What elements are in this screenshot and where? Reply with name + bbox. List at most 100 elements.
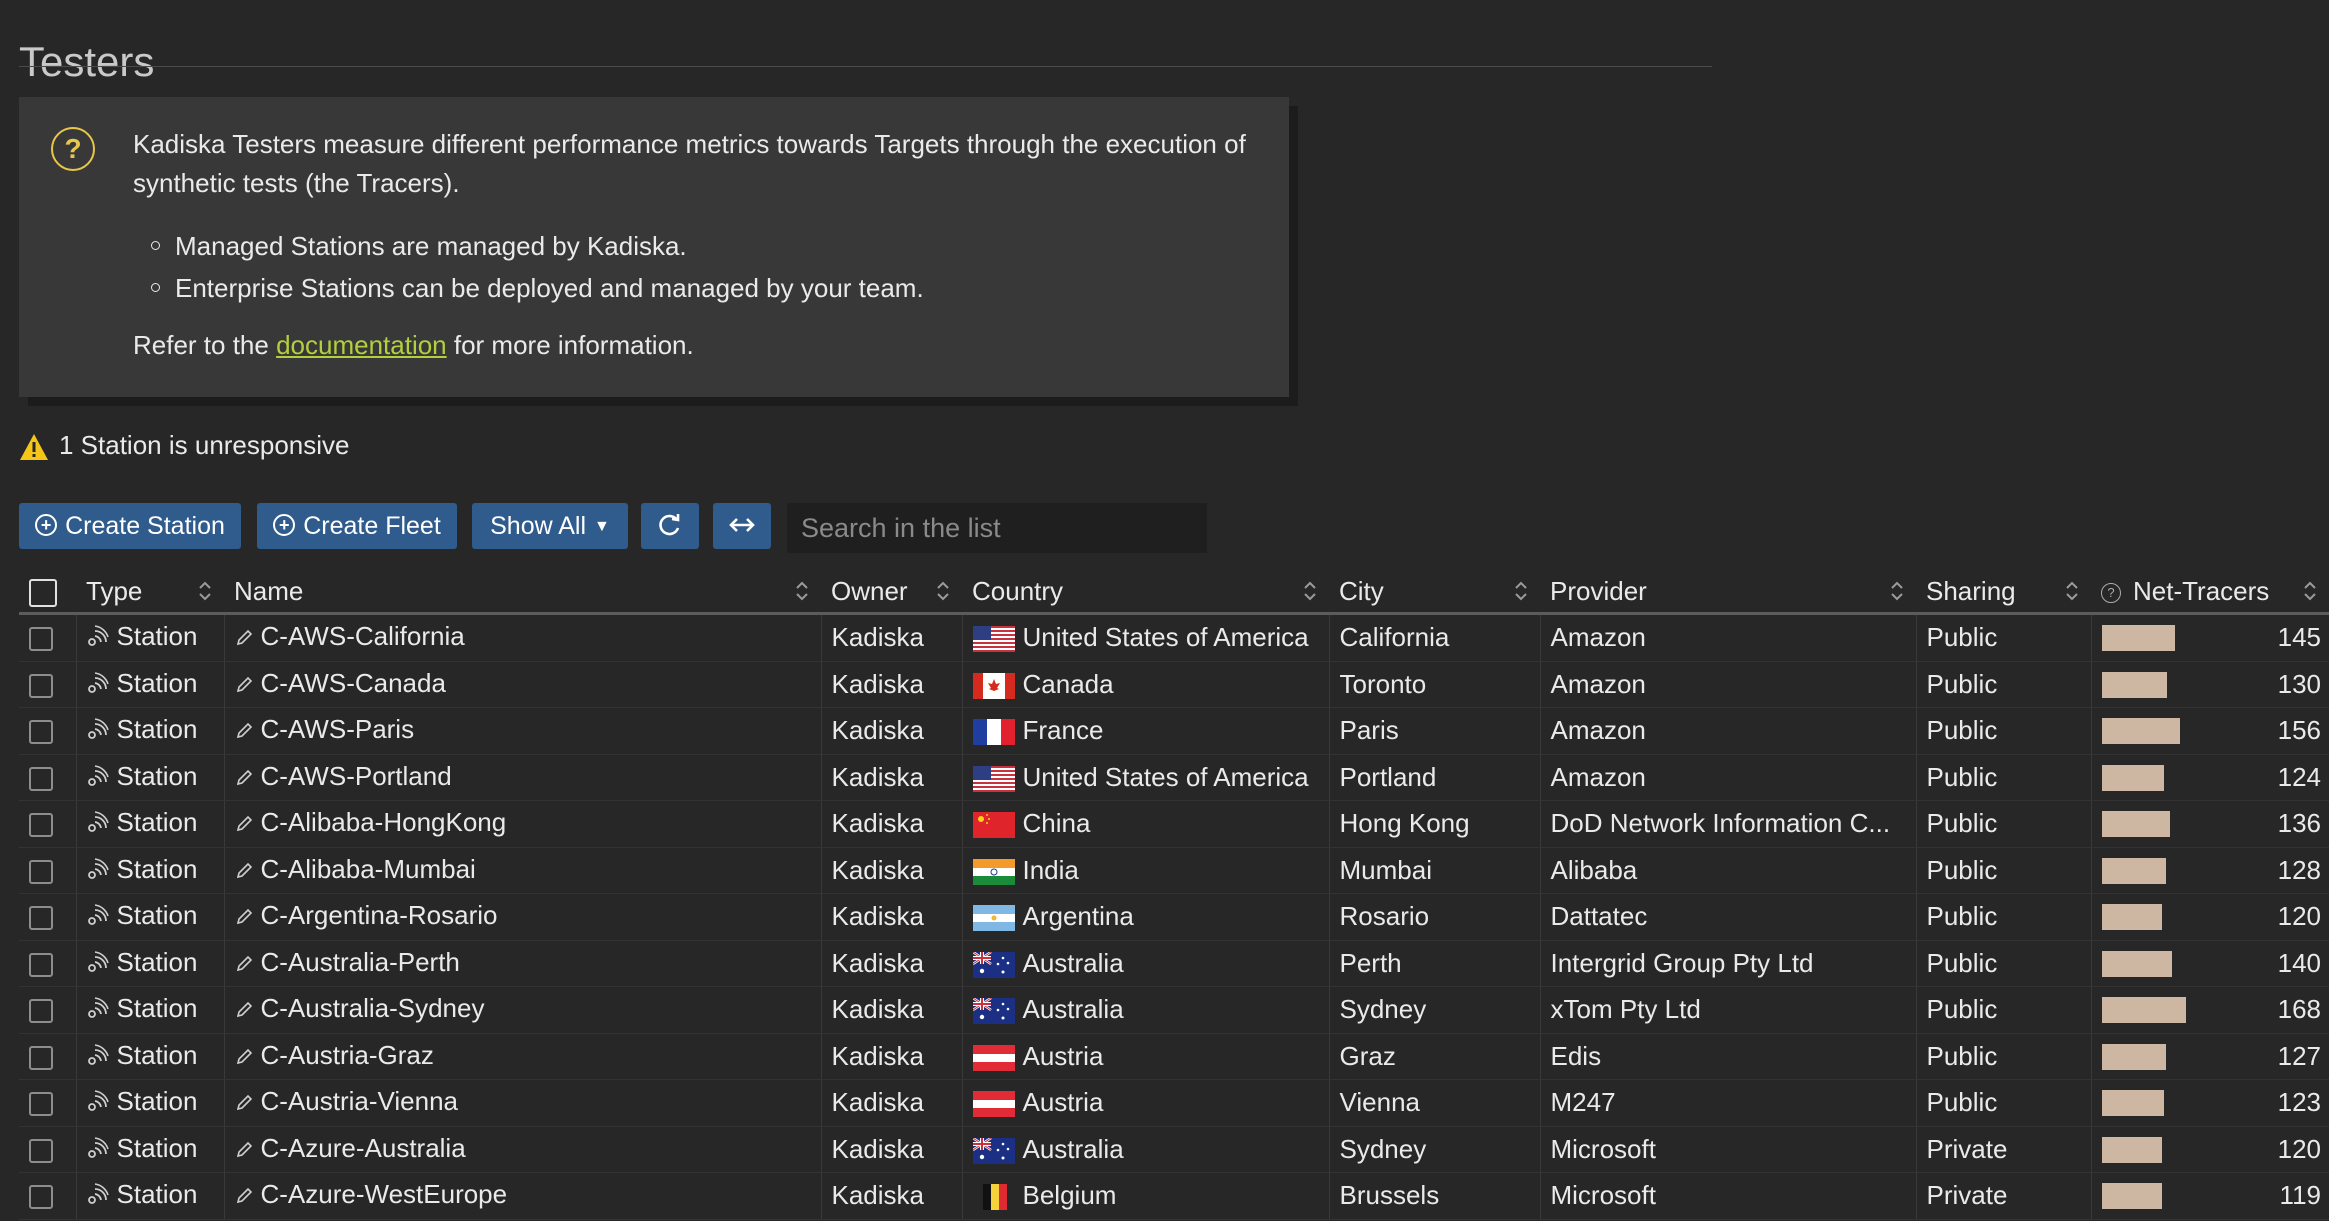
name-cell[interactable]: C-AWS-California (223, 613, 821, 662)
refresh-button[interactable] (641, 503, 699, 549)
expand-width-button[interactable] (713, 503, 771, 549)
row-checkbox[interactable] (29, 1092, 53, 1117)
table-row[interactable]: Station C-Azure-WestEurope Kadiska Belgium B… (19, 1172, 2329, 1220)
country-text: Austria (1022, 1040, 1104, 1071)
name-cell[interactable]: C-AWS-Paris (223, 707, 821, 755)
edit-pencil-icon[interactable] (235, 902, 253, 933)
table-row[interactable]: Station C-Argentina-Rosario Kadiska Argenti… (19, 893, 2329, 941)
select-all-checkbox[interactable] (29, 578, 57, 607)
sort-icon[interactable] (1514, 580, 1528, 602)
edit-pencil-icon[interactable] (235, 995, 253, 1026)
table-row[interactable]: Station C-AWS-California Kadiska United Sta… (19, 613, 2329, 662)
help-circle-icon[interactable]: ? (2101, 582, 2121, 603)
type-text: Station (116, 667, 198, 698)
table-row[interactable]: Station C-Australia-Sydney Kadiska Australi… (19, 986, 2329, 1034)
row-checkbox[interactable] (29, 813, 53, 838)
column-header-sharing[interactable]: Sharing (1916, 570, 2091, 615)
row-select-cell (19, 1126, 76, 1173)
sharing-cell: Public (1915, 707, 2091, 755)
row-checkbox[interactable] (29, 906, 53, 931)
name-cell[interactable]: C-Azure-Australia (223, 1126, 821, 1173)
table-row[interactable]: Station C-AWS-Portland Kadiska United State… (19, 754, 2329, 801)
name-cell[interactable]: C-Australia-Sydney (223, 986, 821, 1034)
column-header-city[interactable]: City (1329, 570, 1540, 615)
type-cell: Station (75, 1172, 224, 1220)
name-cell[interactable]: C-Australia-Perth (223, 940, 821, 987)
column-header-owner[interactable]: Owner (821, 570, 962, 615)
sort-icon[interactable] (795, 580, 809, 602)
sharing-text: Public (1926, 715, 1998, 746)
edit-pencil-icon[interactable] (235, 670, 253, 701)
station-signal-icon (87, 716, 109, 747)
row-checkbox[interactable] (29, 859, 53, 884)
country-cell: Canada (961, 661, 1329, 708)
net-tracers-bar (2101, 904, 2162, 930)
column-header-type[interactable]: Type (76, 570, 224, 615)
column-header-provider[interactable]: Provider (1540, 570, 1916, 615)
edit-pencil-icon[interactable] (235, 763, 253, 794)
sort-icon[interactable] (198, 580, 212, 602)
sort-icon[interactable] (2065, 580, 2079, 602)
name-cell[interactable]: C-AWS-Portland (223, 754, 821, 801)
flag-ca-icon (972, 672, 1015, 699)
edit-pencil-icon[interactable] (235, 949, 253, 980)
table-row[interactable]: Station C-Australia-Perth Kadiska Australia… (19, 940, 2329, 987)
edit-pencil-icon[interactable] (235, 1088, 253, 1119)
edit-pencil-icon[interactable] (235, 623, 253, 654)
edit-pencil-icon[interactable] (235, 809, 253, 840)
name-cell[interactable]: C-Austria-Graz (223, 1033, 821, 1080)
station-name: C-AWS-Canada (260, 667, 446, 698)
info-bullet-text: Enterprise Stations can be deployed and … (175, 273, 924, 303)
row-checkbox[interactable] (29, 1045, 53, 1070)
edit-pencil-icon[interactable] (235, 856, 253, 887)
select-all-cell (19, 570, 76, 615)
show-all-dropdown[interactable]: Show All ▼ (472, 503, 628, 549)
table-row[interactable]: Station C-Alibaba-Mumbai Kadiska India Mumba… (19, 847, 2329, 894)
flag-at-icon (972, 1091, 1015, 1118)
country-text: France (1022, 715, 1104, 746)
edit-pencil-icon[interactable] (235, 1042, 253, 1073)
provider-cell: Amazon (1539, 661, 1916, 708)
table-row[interactable]: Station C-AWS-Canada Kadiska Canada Toronto A… (19, 661, 2329, 708)
row-checkbox[interactable] (29, 627, 53, 652)
table-row[interactable]: Station C-Austria-Graz Kadiska Austria Graz E… (19, 1033, 2329, 1080)
name-cell[interactable]: C-AWS-Canada (223, 661, 821, 708)
table-row[interactable]: Station C-Austria-Vienna Kadiska Austria Vie… (19, 1079, 2329, 1127)
edit-pencil-icon[interactable] (235, 1181, 253, 1212)
net-tracers-bar (2101, 718, 2180, 744)
search-input[interactable] (787, 503, 1207, 553)
name-cell[interactable]: C-Alibaba-Mumbai (223, 847, 821, 894)
sort-icon[interactable] (936, 580, 950, 602)
row-select-cell (19, 754, 76, 801)
table-row[interactable]: Station C-Alibaba-HongKong Kadiska China Hon… (19, 800, 2329, 848)
name-cell[interactable]: C-Argentina-Rosario (223, 893, 821, 941)
edit-pencil-icon[interactable] (235, 1135, 253, 1166)
name-cell[interactable]: C-Austria-Vienna (223, 1079, 821, 1127)
column-header-name[interactable]: Name (224, 570, 821, 615)
row-checkbox[interactable] (29, 1138, 53, 1163)
row-checkbox[interactable] (29, 766, 53, 791)
sort-icon[interactable] (2303, 580, 2317, 602)
column-header-country[interactable]: Country (962, 570, 1329, 615)
provider-cell: Edis (1539, 1033, 1916, 1080)
type-cell: Station (75, 986, 224, 1034)
create-station-button[interactable]: + Create Station (19, 503, 241, 549)
name-cell[interactable]: C-Alibaba-HongKong (223, 800, 821, 848)
type-text: Station (116, 993, 198, 1024)
name-cell[interactable]: C-Azure-WestEurope (223, 1172, 821, 1220)
row-checkbox[interactable] (29, 1185, 53, 1210)
column-header-net-tracers[interactable]: ? Net-Tracers (2091, 570, 2329, 615)
row-checkbox[interactable] (29, 952, 53, 977)
create-fleet-button[interactable]: + Create Fleet (257, 503, 457, 549)
edit-pencil-icon[interactable] (235, 716, 253, 747)
net-tracers-cell: 120 (2090, 893, 2329, 941)
row-checkbox[interactable] (29, 720, 53, 745)
table-row[interactable]: Station C-AWS-Paris Kadiska France Paris Amaz… (19, 707, 2329, 755)
row-checkbox[interactable] (29, 673, 53, 698)
table-row[interactable]: Station C-Azure-Australia Kadiska Australia… (19, 1126, 2329, 1173)
documentation-link[interactable]: documentation (276, 330, 447, 360)
sort-icon[interactable] (1303, 580, 1317, 602)
row-checkbox[interactable] (29, 999, 53, 1024)
sort-icon[interactable] (1890, 580, 1904, 602)
owner-text: Kadiska (831, 1180, 925, 1211)
